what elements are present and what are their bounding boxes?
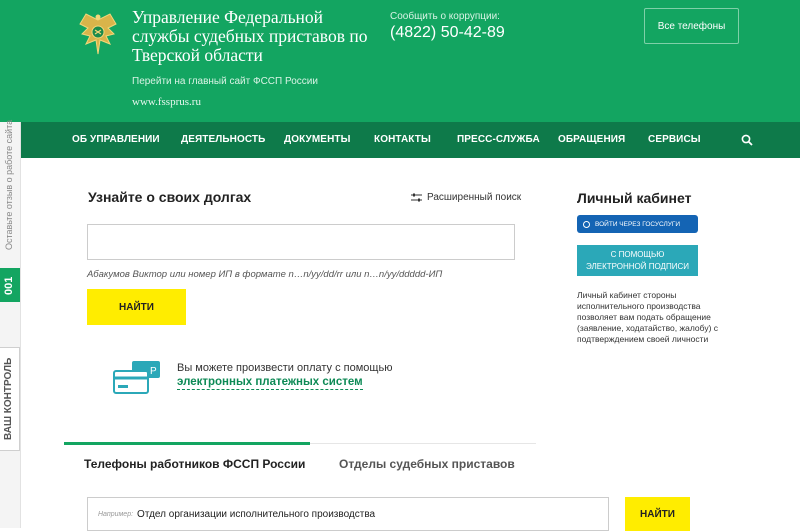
personal-cabinet-title: Личный кабинет [577,190,692,206]
corruption-phone[interactable]: (4822) 50-42-89 [390,24,505,42]
corruption-label: Сообщить о коррупции: [390,11,500,22]
department-search-input[interactable]: Например: Отдел организации исполнительн… [87,497,609,531]
tab-employee-phones[interactable]: Телефоны работников ФССП России [84,457,305,471]
nav-item-press[interactable]: ПРЕСС-СЛУЖБА [457,122,540,158]
department-find-button[interactable]: НАЙТИ [625,497,690,531]
nav-item-appeals[interactable]: ОБРАЩЕНИЯ [558,122,625,158]
nav-item-documents[interactable]: ДОКУМЕНТЫ [284,122,351,158]
personal-cabinet-description: Личный кабинет стороны исполнительного п… [577,290,719,344]
sliders-icon [411,193,422,202]
site-header: Управление Федеральной службы судебных п… [0,0,800,122]
advanced-search-link[interactable]: Расширенный поиск [411,192,521,203]
debt-search-input[interactable] [87,224,515,260]
nav-item-about[interactable]: ОБ УПРАВЛЕНИИ [72,122,160,158]
nav-item-contacts[interactable]: КОНТАКТЫ [374,122,431,158]
org-title: Управление Федеральной службы судебных п… [132,7,368,65]
svg-text:Р: Р [150,366,157,377]
department-value: Отдел организации исполнительного произв… [137,508,376,520]
e-signature-label-1: С ПОМОЩЬЮ [610,249,665,259]
advanced-search-label: Расширенный поиск [427,192,522,203]
main-nav: ОБ УПРАВЛЕНИИ ДЕЯТЕЛЬНОСТЬ ДОКУМЕНТЫ КОН… [20,122,800,158]
gosuslugi-login-button[interactable]: ВОЙТИ ЧЕРЕЗ ГОСУСЛУГИ [577,215,698,233]
payment-text: Вы можете произвести оплату с помощью [177,362,393,374]
fssp-emblem-icon[interactable] [72,10,124,62]
e-signature-button[interactable]: С ПОМОЩЬЮ ЭЛЕКТРОННОЙ ПОДПИСИ [577,245,698,276]
department-hint: Например: [98,510,134,518]
site-url-link[interactable]: www.fssprus.ru [132,96,201,108]
e-signature-label-2: ЭЛЕКТРОННОЙ ПОДПИСИ [586,261,689,271]
gosuslugi-label: ВОЙТИ ЧЕРЕЗ ГОСУСЛУГИ [595,220,681,228]
feedback-link[interactable]: Оставьте отзыв о работе сайта [4,120,14,250]
tab-bailiff-departments[interactable]: Отделы судебных приставов [339,457,515,471]
all-phones-button[interactable]: Все телефоны [644,8,739,44]
payment-card-icon: Р [113,361,160,394]
gosuslugi-icon [583,220,590,228]
main-site-link[interactable]: Перейти на главный сайт ФССП России [132,76,318,87]
control-tab-label: ВАШ КОНТРОЛЬ [3,357,14,440]
payment-systems-link[interactable]: электронных платежных систем [177,376,363,390]
active-tab-indicator [64,442,310,445]
debt-search-title: Узнайте о своих долгах [88,189,252,205]
number-badge-label: 001 [3,276,15,295]
search-icon[interactable] [741,134,753,146]
nav-item-activity[interactable]: ДЕЯТЕЛЬНОСТЬ [181,122,265,158]
find-button[interactable]: НАЙТИ [87,289,186,325]
nav-item-services[interactable]: СЕРВИСЫ [648,122,701,158]
search-example-hint: Абакумов Виктор или номер ИП в формате n… [87,269,443,280]
